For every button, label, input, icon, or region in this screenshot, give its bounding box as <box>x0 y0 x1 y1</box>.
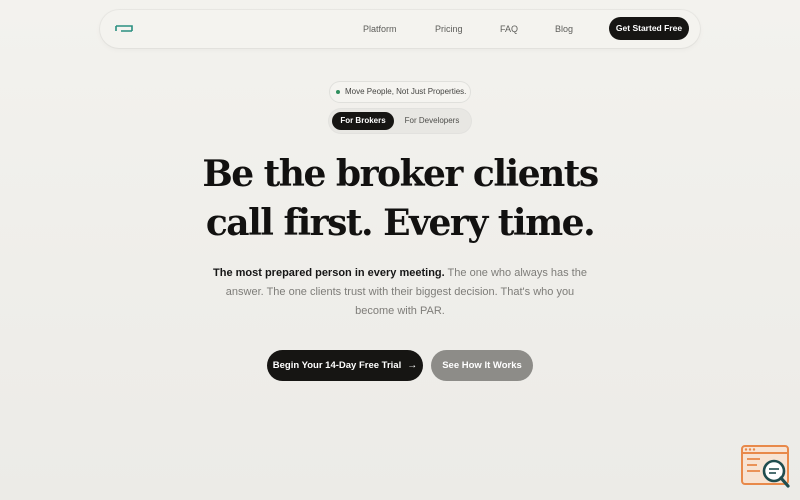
nav-link-pricing[interactable]: Pricing <box>435 10 463 48</box>
subtext-strong: The most prepared person in every meetin… <box>213 267 445 279</box>
headline-line-1: Be the broker clients <box>202 153 599 195</box>
tagline-pill: Move People, Not Just Properties. <box>330 82 470 102</box>
nav-link-platform[interactable]: Platform <box>363 10 397 48</box>
start-trial-button[interactable]: Begin Your 14-Day Free Trial → <box>267 350 423 381</box>
hero-subtext: The most prepared person in every meetin… <box>205 264 595 321</box>
get-started-button[interactable]: Get Started Free <box>609 17 689 40</box>
arrow-right-icon: → <box>407 360 418 371</box>
see-how-it-works-button[interactable]: See How It Works <box>431 350 533 381</box>
top-nav: Platform Pricing FAQ Blog Get Started Fr… <box>100 10 700 48</box>
headline-line-2: call first. Every time. <box>205 202 596 244</box>
hero-headline: Be the broker clients call first. Every … <box>100 150 700 248</box>
tagline-text: Move People, Not Just Properties. <box>345 87 467 96</box>
status-dot-icon <box>336 90 340 94</box>
nav-link-faq[interactable]: FAQ <box>500 10 518 48</box>
tab-for-developers[interactable]: For Developers <box>397 112 467 130</box>
tab-for-brokers[interactable]: For Brokers <box>332 112 394 130</box>
search-chat-icon[interactable] <box>740 444 792 490</box>
start-trial-label: Begin Your 14-Day Free Trial <box>272 360 402 371</box>
nav-link-blog[interactable]: Blog <box>555 10 573 48</box>
logo-icon[interactable] <box>115 25 133 32</box>
audience-toggle: For Brokers For Developers <box>329 109 471 133</box>
